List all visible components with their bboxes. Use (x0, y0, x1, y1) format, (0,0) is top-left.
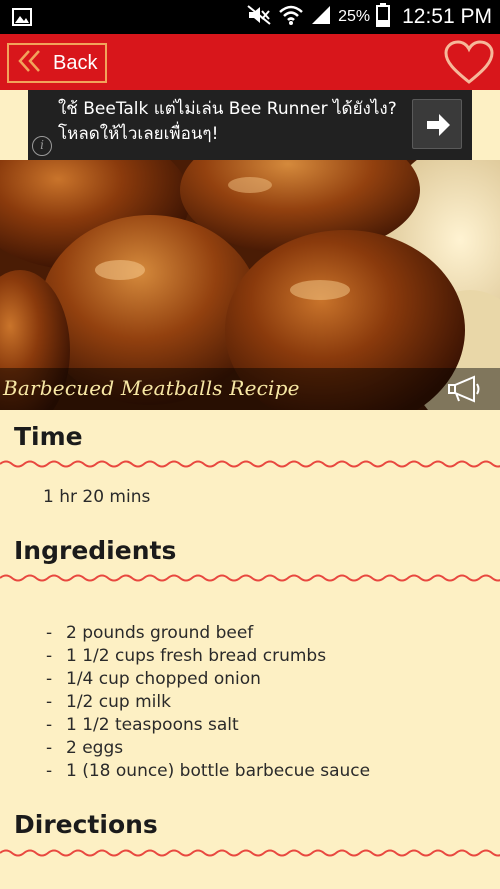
recipe-title: Barbecued Meatballs Recipe (3, 376, 300, 400)
wave-divider (0, 849, 500, 857)
app-bar: Back (0, 34, 500, 90)
list-item: -1 1/2 teaspoons salt (46, 715, 239, 735)
time-value: 1 hr 20 mins (43, 487, 151, 507)
heart-icon (444, 40, 494, 84)
list-item: -1/4 cup chopped onion (46, 669, 261, 689)
battery-icon (376, 3, 391, 31)
mute-icon (246, 4, 272, 30)
recipe-photo: Barbecued Meatballs Recipe (0, 160, 500, 410)
list-item: -1 (18 ounce) bottle barbecue sauce (46, 761, 371, 781)
list-item: -2 eggs (46, 738, 124, 758)
status-bar: 25% 12:51 PM (0, 0, 500, 34)
arrow-right-icon (427, 114, 450, 136)
ad-open-button[interactable] (412, 99, 462, 149)
back-label: Back (53, 51, 98, 74)
wave-divider (0, 574, 500, 582)
list-item: -1/2 cup milk (46, 692, 171, 712)
ingredients-list: -2 pounds ground beef -1 1/2 cups fresh … (46, 622, 370, 783)
wifi-icon (278, 4, 304, 30)
ad-banner[interactable]: ใช้ BeeTalk แต่ไม่เล่น Bee Runner ได้ยัง… (28, 90, 472, 160)
double-chevron-left-icon (17, 49, 43, 77)
ad-text: ใช้ BeeTalk แต่ไม่เล่น Bee Runner ได้ยัง… (58, 99, 397, 144)
battery-percent: 25% (338, 8, 371, 25)
time-heading: Time (14, 422, 83, 451)
directions-heading: Directions (14, 810, 158, 839)
signal-icon (310, 4, 332, 30)
back-button[interactable]: Back (7, 43, 107, 83)
list-item: -2 pounds ground beef (46, 623, 254, 643)
megaphone-icon[interactable] (446, 374, 482, 408)
caption-bar: Barbecued Meatballs Recipe (0, 368, 500, 410)
ad-info-icon[interactable]: i (32, 136, 52, 156)
ingredients-heading: Ingredients (14, 536, 177, 565)
wave-divider (0, 460, 500, 468)
gallery-notification-icon (12, 8, 32, 30)
list-item: -1 1/2 cups fresh bread crumbs (46, 646, 327, 666)
clock: 12:51 PM (402, 5, 492, 28)
favorite-heart-button[interactable] (444, 40, 494, 86)
